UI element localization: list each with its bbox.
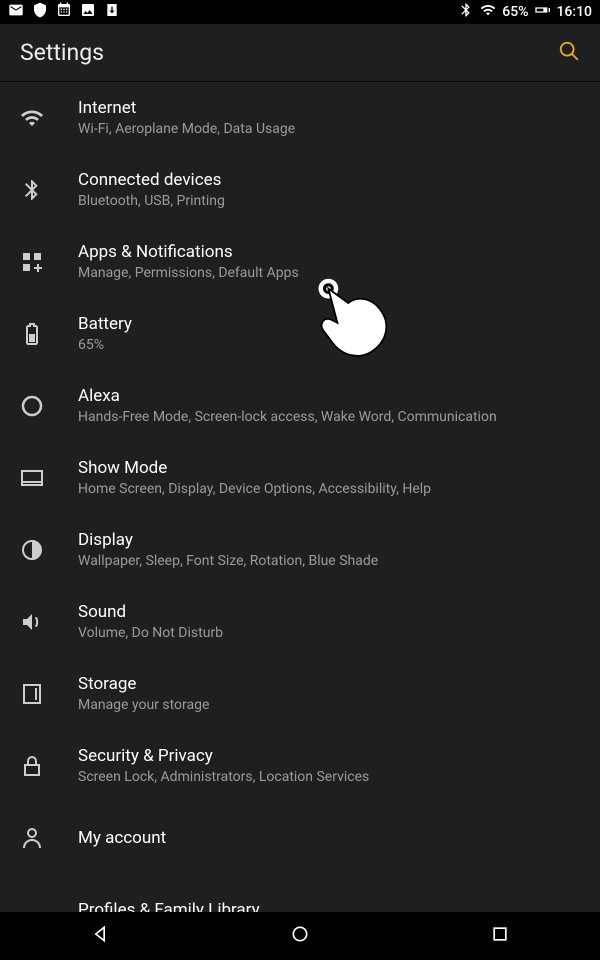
calendar-icon <box>56 2 72 22</box>
settings-item-subtitle: Manage your storage <box>78 696 209 715</box>
settings-item-battery[interactable]: Battery 65% <box>0 298 600 370</box>
home-icon <box>290 929 310 948</box>
settings-item-my-account[interactable]: My account <box>0 802 600 874</box>
settings-item-text: Sound Volume, Do Not Disturb <box>78 602 223 643</box>
nav-bar <box>0 912 600 960</box>
settings-item-title: Sound <box>78 602 223 622</box>
settings-item-text: My account <box>78 828 166 848</box>
bluetooth-status-icon <box>458 2 474 22</box>
clock-text: 16:10 <box>556 4 592 20</box>
settings-item-text: Show Mode Home Screen, Display, Device Op… <box>78 458 431 499</box>
settings-item-show-mode[interactable]: Show Mode Home Screen, Display, Device Op… <box>0 442 600 514</box>
settings-item-internet[interactable]: Internet Wi-Fi, Aeroplane Mode, Data Usag… <box>0 82 600 154</box>
search-icon <box>558 47 580 66</box>
settings-item-title: Security & Privacy <box>78 746 369 766</box>
settings-item-display[interactable]: Display Wallpaper, Sleep, Font Size, Rota… <box>0 514 600 586</box>
download-icon <box>104 2 120 22</box>
settings-item-connected-devices[interactable]: Connected devices Bluetooth, USB, Printin… <box>0 154 600 226</box>
settings-list[interactable]: Internet Wi-Fi, Aeroplane Mode, Data Usag… <box>0 82 600 912</box>
settings-item-title: Battery <box>78 314 132 334</box>
alexa-icon <box>20 394 78 418</box>
contrast-icon <box>20 538 78 562</box>
back-icon <box>90 929 110 948</box>
settings-item-security-privacy[interactable]: Security & Privacy Screen Lock, Administr… <box>0 730 600 802</box>
back-button[interactable] <box>90 924 110 948</box>
settings-item-title: Apps & Notifications <box>78 242 299 262</box>
shield-icon <box>32 2 48 22</box>
app-header: Settings <box>0 24 600 82</box>
battery-pct-text: 65% <box>502 4 528 20</box>
settings-item-alexa[interactable]: Alexa Hands-Free Mode, Screen-lock access… <box>0 370 600 442</box>
settings-item-text: Connected devices Bluetooth, USB, Printin… <box>78 170 225 211</box>
wifi-status-icon <box>480 2 496 22</box>
settings-item-title: Connected devices <box>78 170 225 190</box>
status-right: 65% 16:10 <box>458 2 592 22</box>
settings-item-text: Apps & Notifications Manage, Permissions,… <box>78 242 299 283</box>
page-title: Settings <box>20 39 558 66</box>
mail-icon <box>8 2 24 22</box>
settings-item-text: Security & Privacy Screen Lock, Administr… <box>78 746 369 787</box>
person-icon <box>20 826 78 850</box>
settings-item-subtitle: Manage, Permissions, Default Apps <box>78 264 299 283</box>
settings-item-subtitle: Wallpaper, Sleep, Font Size, Rotation, B… <box>78 552 378 571</box>
battery-icon <box>20 322 78 346</box>
settings-item-subtitle: 65% <box>78 336 132 355</box>
settings-item-apps-notifications[interactable]: Apps & Notifications Manage, Permissions,… <box>0 226 600 298</box>
monitor-icon <box>20 466 78 490</box>
recent-button[interactable] <box>490 924 510 948</box>
settings-item-profiles-family-library[interactable]: Profiles & Family Library <box>0 874 600 912</box>
battery-status-icon <box>534 2 550 22</box>
settings-item-subtitle: Volume, Do Not Disturb <box>78 624 223 643</box>
settings-item-text: Display Wallpaper, Sleep, Font Size, Rota… <box>78 530 378 571</box>
apps-icon <box>20 250 78 274</box>
lock-icon <box>20 754 78 778</box>
settings-item-subtitle: Wi-Fi, Aeroplane Mode, Data Usage <box>78 120 295 139</box>
settings-item-title: Display <box>78 530 378 550</box>
home-button[interactable] <box>290 924 310 948</box>
search-button[interactable] <box>558 40 580 66</box>
settings-item-title: My account <box>78 828 166 848</box>
picture-icon <box>80 2 96 22</box>
status-left <box>8 2 120 22</box>
settings-item-subtitle: Hands-Free Mode, Screen-lock access, Wak… <box>78 408 497 427</box>
storage-icon <box>20 682 78 706</box>
settings-item-title: Alexa <box>78 386 497 406</box>
settings-item-text: Profiles & Family Library <box>78 900 260 912</box>
settings-item-storage[interactable]: Storage Manage your storage <box>0 658 600 730</box>
settings-item-title: Internet <box>78 98 295 118</box>
settings-item-text: Internet Wi-Fi, Aeroplane Mode, Data Usag… <box>78 98 295 139</box>
bluetooth-icon <box>20 178 78 202</box>
settings-item-subtitle: Bluetooth, USB, Printing <box>78 192 225 211</box>
settings-item-subtitle: Home Screen, Display, Device Options, Ac… <box>78 480 431 499</box>
wifi-icon <box>20 106 78 130</box>
settings-item-title: Profiles & Family Library <box>78 900 260 912</box>
settings-item-text: Battery 65% <box>78 314 132 355</box>
settings-item-title: Storage <box>78 674 209 694</box>
settings-item-subtitle: Screen Lock, Administrators, Location Se… <box>78 768 369 787</box>
screen: 65% 16:10 Settings Internet Wi-Fi, Aeropl… <box>0 0 600 960</box>
recent-icon <box>490 929 510 948</box>
settings-item-sound[interactable]: Sound Volume, Do Not Disturb <box>0 586 600 658</box>
status-bar: 65% 16:10 <box>0 0 600 24</box>
sound-icon <box>20 610 78 634</box>
settings-item-text: Alexa Hands-Free Mode, Screen-lock access… <box>78 386 497 427</box>
settings-item-text: Storage Manage your storage <box>78 674 209 715</box>
settings-item-title: Show Mode <box>78 458 431 478</box>
